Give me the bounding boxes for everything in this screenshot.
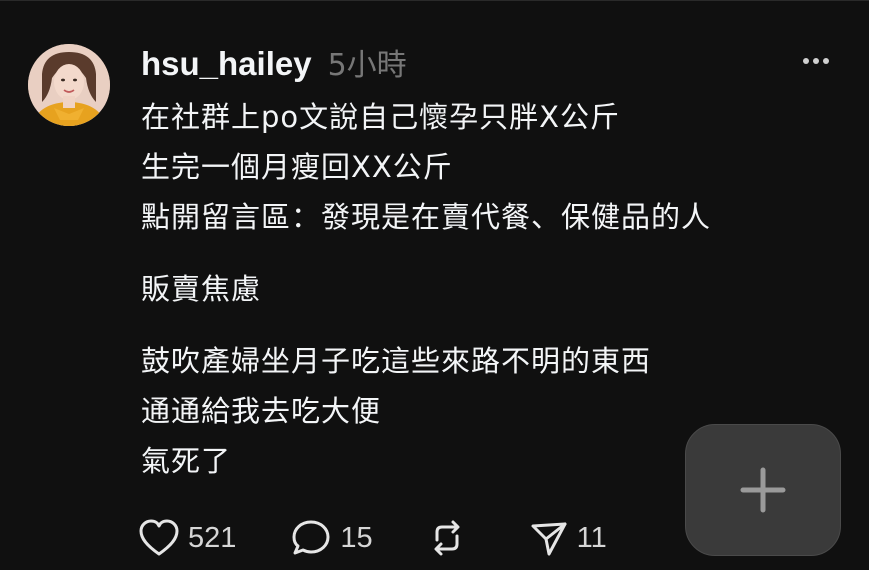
like-button[interactable]: 521	[138, 518, 236, 558]
top-divider	[0, 0, 869, 1]
post-text-line: 點開留言區：發現是在賣代餐、保健品的人	[141, 200, 712, 234]
send-icon	[531, 522, 567, 556]
like-count: 521	[188, 521, 237, 554]
comment-button[interactable]: 15	[290, 518, 373, 558]
repost-button[interactable]	[427, 518, 467, 558]
heart-icon	[139, 519, 179, 556]
share-button[interactable]: 11	[529, 518, 607, 558]
avatar[interactable]	[28, 44, 110, 126]
more-horizontal-icon	[823, 58, 829, 64]
post-text-line: 生完一個月瘦回XX公斤	[141, 150, 453, 184]
post-text-line: 在社群上po文說自己懷孕只胖X公斤	[141, 100, 621, 134]
plus-icon	[740, 467, 786, 513]
more-horizontal-icon	[813, 58, 819, 64]
post-text-line: 販賣焦慮	[141, 272, 262, 306]
post-text-line: 鼓吹產婦坐月子吃這些來路不明的東西	[141, 344, 652, 378]
more-options-button[interactable]	[796, 51, 836, 71]
timestamp: 5小時	[327, 48, 407, 83]
comment-bubble-icon	[292, 520, 330, 555]
more-horizontal-icon	[803, 58, 809, 64]
action-bar: 521 15 11	[138, 515, 661, 561]
new-post-button[interactable]	[685, 424, 841, 556]
share-count: 11	[576, 521, 607, 554]
post-header: hsu_hailey 5小時	[141, 40, 407, 84]
comment-count: 15	[340, 521, 373, 554]
avatar-image	[28, 44, 110, 126]
username[interactable]: hsu_hailey	[141, 45, 312, 83]
repost-icon	[434, 520, 460, 556]
